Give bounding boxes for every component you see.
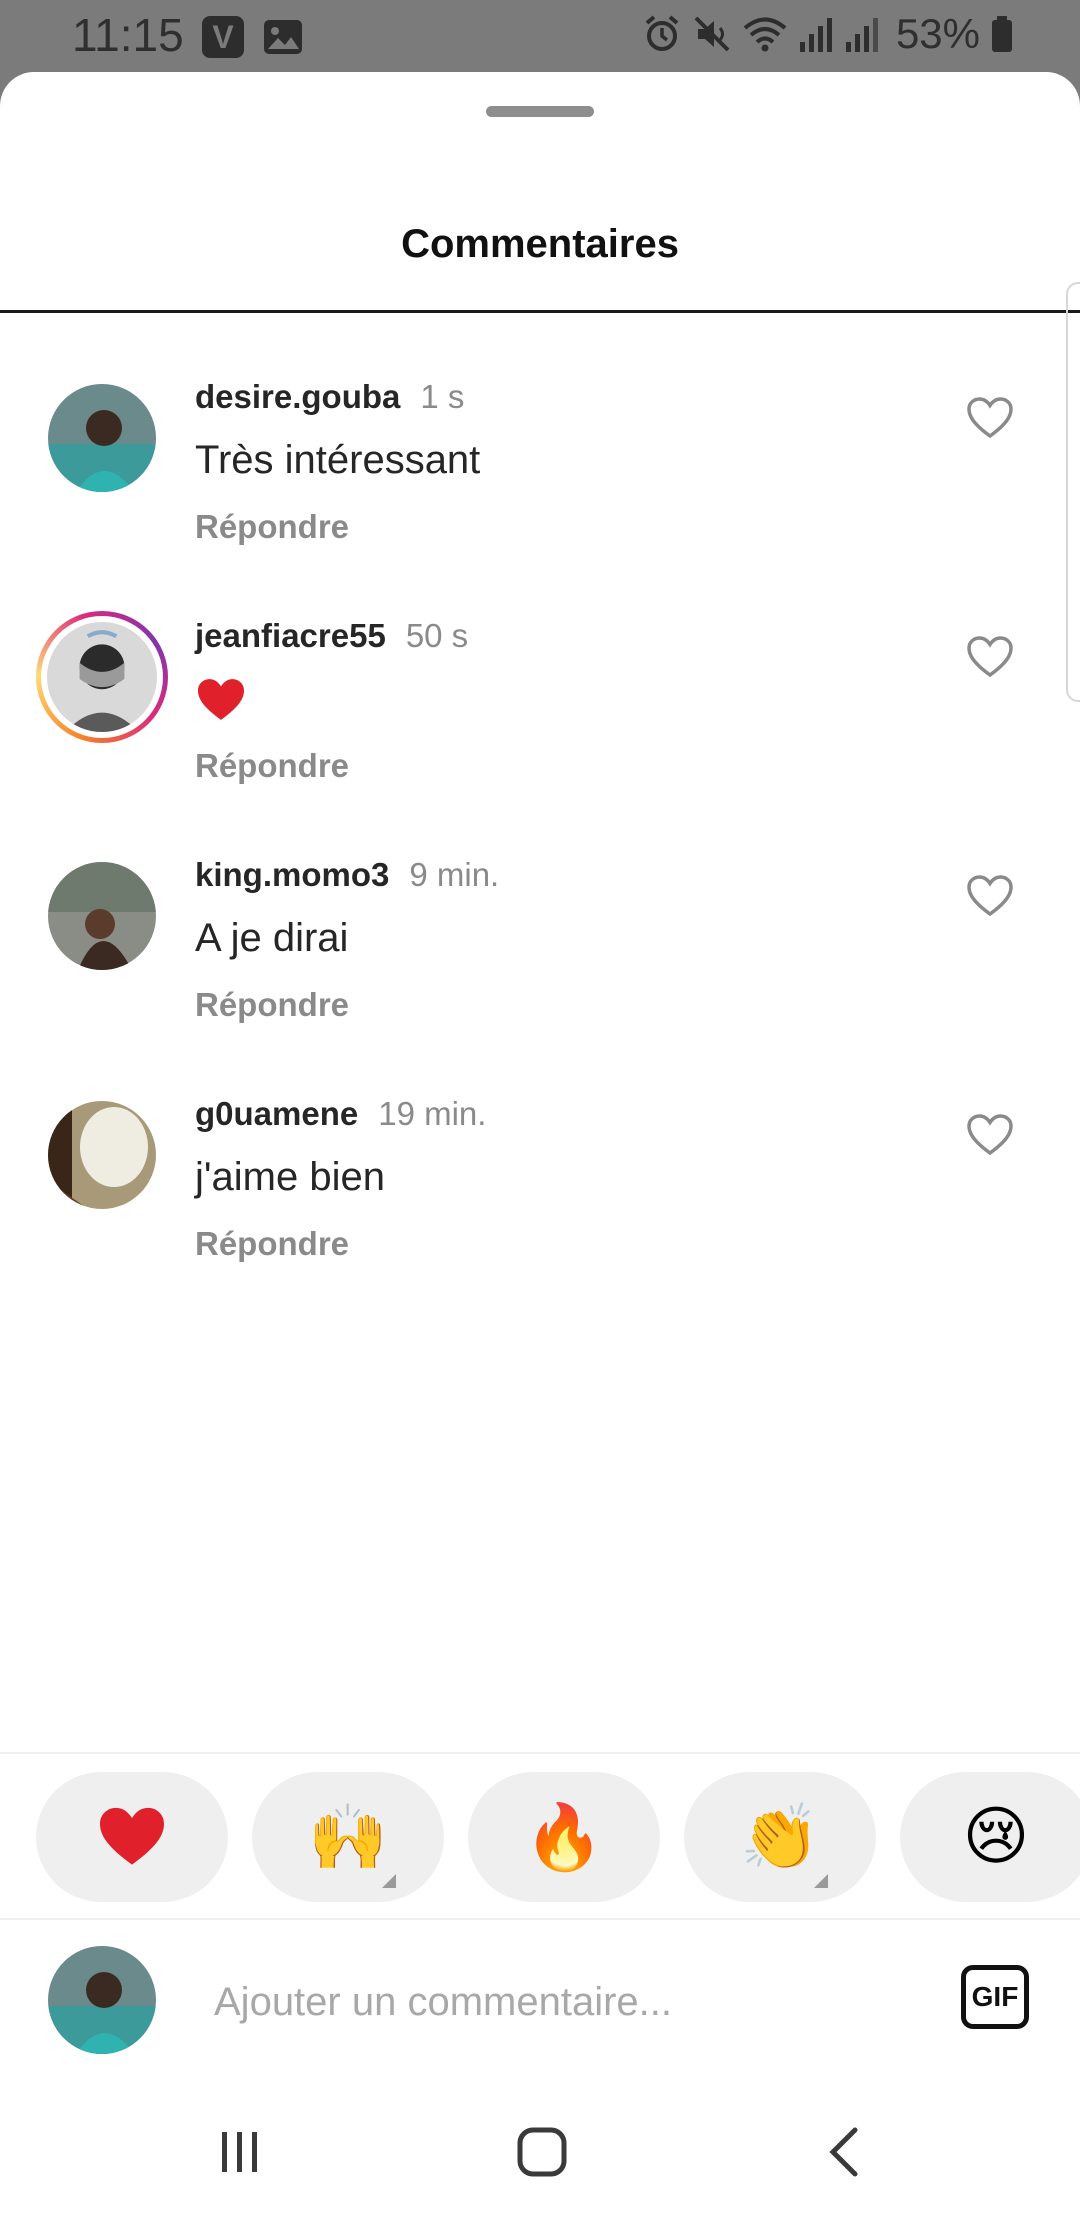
- reaction-crying-face[interactable]: 😢: [900, 1772, 1080, 1902]
- comment-username[interactable]: jeanfiacre55: [195, 617, 386, 654]
- comment-text: A je dirai: [195, 916, 349, 960]
- vpn-app-icon: V: [202, 16, 244, 58]
- comment-item: desire.gouba 1 s Très intéressant Répondr…: [0, 340, 1080, 580]
- red-heart-emoji: [100, 1807, 164, 1865]
- comment-text: [195, 677, 247, 733]
- reaction-raising-hands[interactable]: 🙌: [252, 1772, 444, 1902]
- status-bar: 11:15 V 53%: [0, 0, 1080, 72]
- fire-emoji: 🔥: [524, 1800, 604, 1875]
- back-button[interactable]: [815, 2122, 875, 2182]
- drag-handle[interactable]: [486, 106, 594, 117]
- quick-reactions-bar: 🙌 🔥 👏 😢: [36, 1772, 1080, 1902]
- comments-sheet: Commentaires desire.gouba 1 s Très intére…: [0, 72, 1080, 2220]
- comment-time: 1 s: [420, 378, 465, 415]
- like-heart-icon[interactable]: [966, 874, 1014, 918]
- signal-icon: [798, 14, 834, 54]
- avatar[interactable]: [48, 384, 156, 492]
- recent-apps-icon: [222, 2132, 257, 2172]
- comment-item: king.momo3 9 min. A je dirai Répondre: [0, 818, 1080, 1058]
- status-right-icons: 53%: [642, 10, 1014, 58]
- comment-item: g0uamene 19 min. j'aime bien Répondre: [0, 1057, 1080, 1297]
- avatar[interactable]: [48, 1101, 156, 1209]
- like-heart-icon[interactable]: [966, 1113, 1014, 1157]
- reply-button[interactable]: Répondre: [195, 747, 349, 785]
- comment-time: 19 min.: [378, 1095, 487, 1132]
- comment-text: Très intéressant: [195, 438, 481, 482]
- home-icon: [517, 2127, 567, 2177]
- wifi-icon: [742, 14, 788, 54]
- mute-icon: [692, 14, 732, 54]
- comment-item: jeanfiacre55 50 s Répondre: [0, 579, 1080, 819]
- comment-time: 50 s: [405, 617, 469, 654]
- navigation-bar: [0, 2080, 1080, 2220]
- reaction-clapping-hands[interactable]: 👏: [684, 1772, 876, 1902]
- status-left-icons: V: [202, 16, 304, 63]
- reply-button[interactable]: Répondre: [195, 986, 349, 1024]
- status-time: 11:15: [72, 9, 184, 61]
- comment-input[interactable]: [214, 1970, 914, 2034]
- comment-username[interactable]: desire.gouba: [195, 378, 400, 415]
- like-heart-icon[interactable]: [966, 635, 1014, 679]
- like-heart-icon[interactable]: [966, 396, 1014, 440]
- avatar-story-ring[interactable]: [36, 611, 168, 743]
- title-divider: [0, 310, 1080, 313]
- reply-button[interactable]: Répondre: [195, 508, 349, 546]
- divider: [0, 1752, 1080, 1754]
- sheet-title: Commentaires: [401, 222, 679, 266]
- crying-face-emoji: 😢: [962, 1800, 1030, 1874]
- comment-header: jeanfiacre55 50 s: [195, 617, 468, 655]
- raising-hands-emoji: 🙌: [308, 1800, 388, 1875]
- divider: [0, 1918, 1080, 1920]
- battery-percentage: 53%: [895, 10, 980, 57]
- recent-apps-button[interactable]: [210, 2122, 270, 2182]
- current-user-avatar: [48, 1946, 156, 2054]
- reaction-fire[interactable]: 🔥: [468, 1772, 660, 1902]
- reaction-heart[interactable]: [36, 1772, 228, 1902]
- avatar: [47, 622, 157, 732]
- back-chevron-icon: [829, 2127, 858, 2177]
- comment-header: desire.gouba 1 s: [195, 378, 464, 416]
- variants-indicator: [814, 1874, 828, 1888]
- battery-icon: [990, 14, 1014, 54]
- clapping-hands-emoji: 👏: [740, 1800, 820, 1875]
- comment-header: king.momo3 9 min.: [195, 856, 499, 894]
- screen: 11:15 V 53% Commentaires desire.gouba 1 …: [0, 0, 1080, 2220]
- avatar[interactable]: [48, 862, 156, 970]
- reply-button[interactable]: Répondre: [195, 1225, 349, 1263]
- red-heart-emoji: [198, 679, 244, 720]
- alarm-icon: [642, 14, 682, 54]
- gif-button[interactable]: GIF: [961, 1965, 1029, 2029]
- image-icon: [262, 16, 304, 63]
- variants-indicator: [382, 1874, 396, 1888]
- comment-header: g0uamene 19 min.: [195, 1095, 486, 1133]
- comment-text: j'aime bien: [195, 1155, 385, 1199]
- home-button[interactable]: [512, 2122, 572, 2182]
- comment-username[interactable]: king.momo3: [195, 856, 389, 893]
- comment-time: 9 min.: [409, 856, 500, 893]
- signal-icon-2: [844, 14, 880, 54]
- comment-username[interactable]: g0uamene: [195, 1095, 358, 1132]
